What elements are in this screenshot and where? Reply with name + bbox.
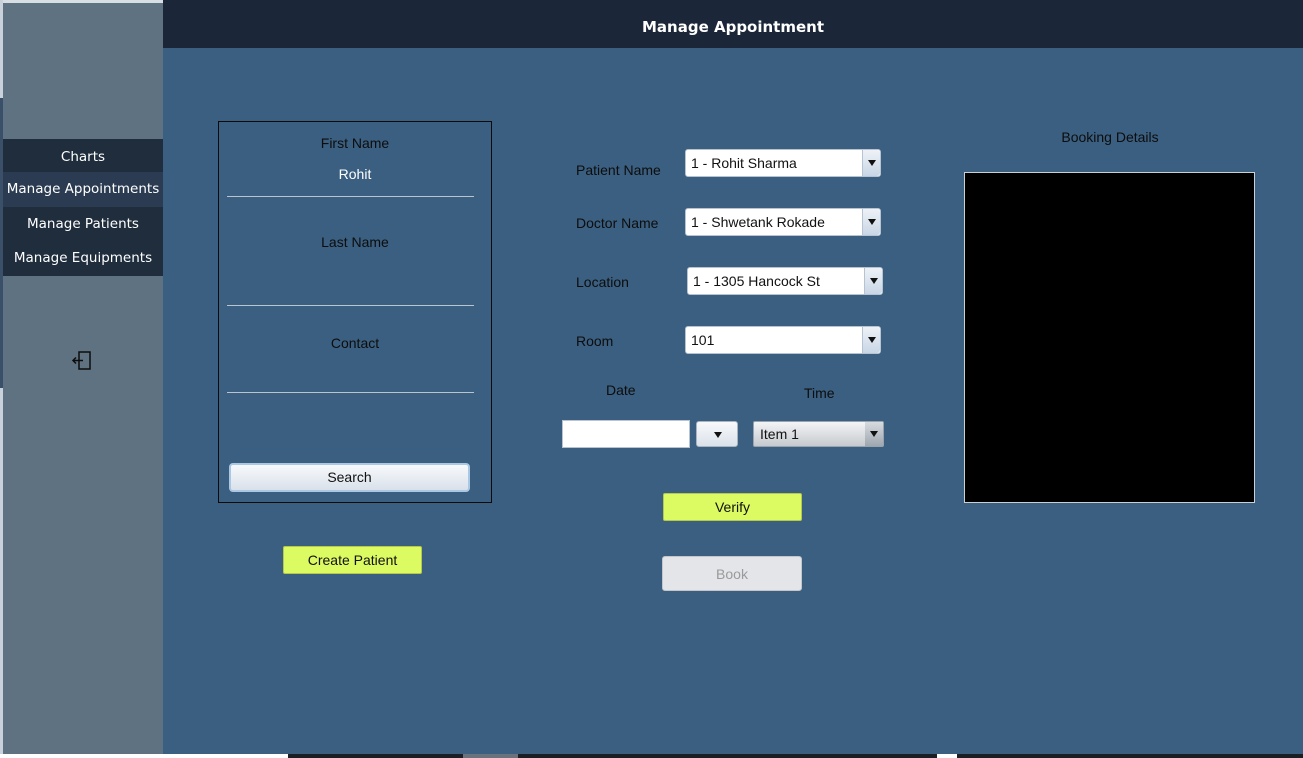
sidebar-top-strip [3,0,163,3]
patient-name-label: Patient Name [576,162,661,178]
verify-button[interactable]: Verify [663,493,802,521]
location-value: 1 - 1305 Hancock St [693,273,820,289]
bottom-bar-segment [0,754,288,758]
sidebar-edge [0,0,3,758]
doctor-name-label: Doctor Name [576,215,659,231]
booking-details-box [964,172,1255,503]
date-label: Date [606,382,636,398]
doctor-name-value: 1 - Shwetank Rokade [691,214,825,230]
bottom-bar [0,754,1303,758]
chevron-down-icon[interactable] [864,268,882,294]
logout-icon[interactable] [70,348,96,374]
date-picker-button[interactable] [696,421,738,447]
booking-details-title: Booking Details [1061,129,1159,145]
chevron-down-icon[interactable] [862,209,880,235]
title-bar: Manage Appointment [163,0,1303,48]
search-button[interactable]: Search [229,463,470,492]
first-name-label: First Name [320,135,390,151]
contact-label: Contact [330,335,380,351]
last-name-underline [227,305,474,306]
time-label: Time [804,385,835,401]
room-label: Room [576,333,614,349]
sidebar-item-manage-appointments[interactable]: Manage Appointments [3,172,163,207]
bottom-bar-segment [937,754,957,758]
first-name-field[interactable]: Rohit [219,166,491,182]
chevron-down-icon[interactable] [862,327,880,353]
last-name-label: Last Name [321,234,389,250]
sidebar-item-charts[interactable]: Charts [3,139,163,172]
patient-name-value: 1 - Rohit Sharma [691,155,797,171]
chevron-down-icon[interactable] [865,422,883,446]
page-title: Manage Appointment [641,18,824,36]
book-button[interactable]: Book [662,556,802,591]
bottom-bar-segment [463,754,518,758]
chevron-down-icon[interactable] [862,150,880,176]
sidebar-item-manage-equipments[interactable]: Manage Equipments [3,241,163,276]
date-input[interactable] [562,420,690,448]
room-value: 101 [691,332,715,348]
room-select[interactable]: 101 [685,326,881,354]
time-value: Item 1 [760,426,799,442]
patient-search-panel: First Name Rohit Last Name Contact Searc… [218,121,492,503]
first-name-underline [227,196,474,197]
logout-icon-graphic [71,351,91,370]
sidebar-item-manage-patients[interactable]: Manage Patients [3,206,163,241]
location-select[interactable]: 1 - 1305 Hancock St [687,267,883,295]
doctor-name-select[interactable]: 1 - Shwetank Rokade [685,208,881,236]
location-label: Location [576,274,629,290]
time-select[interactable]: Item 1 [753,421,884,447]
patient-name-select[interactable]: 1 - Rohit Sharma [685,149,881,177]
sidebar-menu: Charts Manage Appointments Manage Patien… [3,139,163,276]
create-patient-button[interactable]: Create Patient [283,546,422,574]
contact-underline [227,392,474,393]
sidebar: Charts Manage Appointments Manage Patien… [0,0,163,758]
